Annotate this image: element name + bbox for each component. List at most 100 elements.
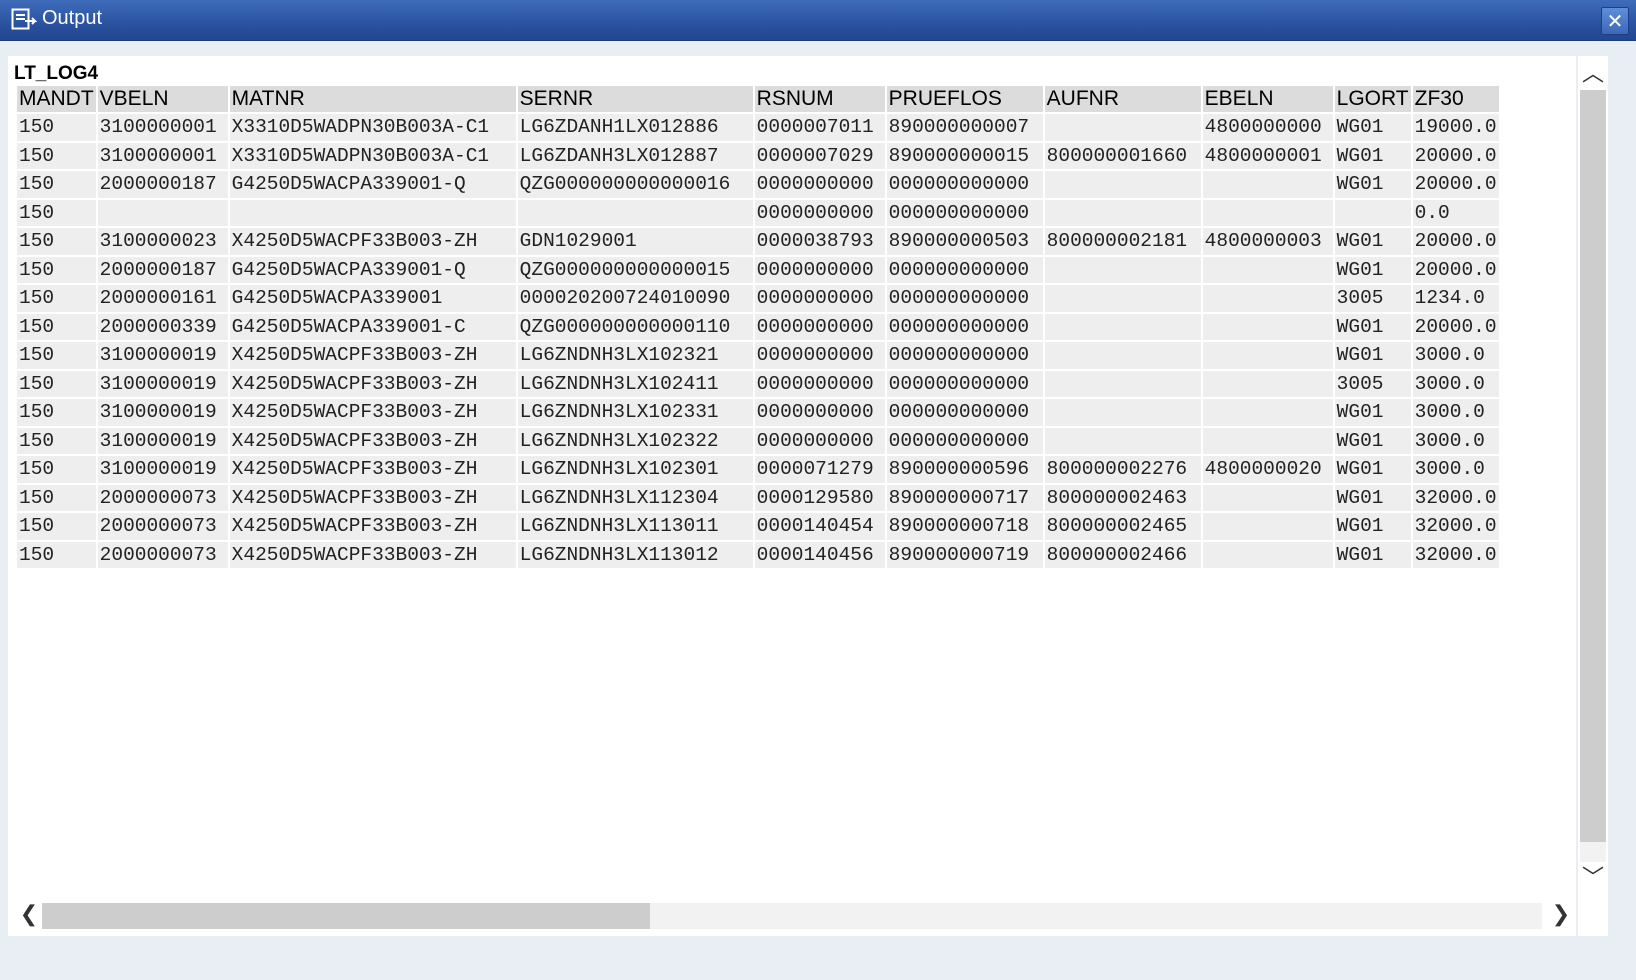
cell-vbeln[interactable]: 2000000073 — [97, 541, 228, 568]
cell-mandt[interactable]: 150 — [17, 541, 96, 568]
cell-aufnr[interactable] — [1044, 199, 1201, 226]
scroll-down-button[interactable]: ﹀ — [1578, 864, 1608, 894]
scroll-right-button[interactable]: ❯ — [1546, 900, 1576, 930]
table-row[interactable]: 150 3100000019 X4250D5WACPF33B003-ZH LG6ZND… — [17, 399, 1499, 426]
table-row[interactable]: 150 2000000073 X4250D5WACPF33B003-ZH LG6ZND… — [17, 484, 1499, 511]
cell-mandt[interactable]: 150 — [17, 427, 96, 454]
cell-prueflos[interactable]: 000000000000 — [886, 370, 1043, 397]
cell-lgort[interactable]: WG01 — [1334, 399, 1411, 426]
column-header-vbeln[interactable]: VBELN — [97, 86, 228, 112]
cell-ebeln[interactable] — [1202, 199, 1333, 226]
vertical-scrollbar[interactable]: ︿ ﹀ — [1578, 56, 1608, 936]
horizontal-scroll-thumb[interactable] — [42, 903, 650, 929]
cell-zf30[interactable]: 32000.0 — [1412, 513, 1499, 540]
cell-zf30[interactable]: 20000.0 — [1412, 228, 1499, 255]
cell-prueflos[interactable]: 890000000007 — [886, 114, 1043, 141]
cell-lgort[interactable]: WG01 — [1334, 228, 1411, 255]
cell-prueflos[interactable]: 890000000717 — [886, 484, 1043, 511]
cell-rsnum[interactable]: 0000000000 — [754, 313, 885, 340]
table-row[interactable]: 150 2000000073 X4250D5WACPF33B003-ZH LG6ZND… — [17, 541, 1499, 568]
table-row[interactable]: 150 2000000161 G4250D5WACPA339001 000020200… — [17, 285, 1499, 312]
cell-sernr[interactable]: QZG000000000000110 — [517, 313, 753, 340]
cell-prueflos[interactable]: 000000000000 — [886, 199, 1043, 226]
cell-zf30[interactable]: 20000.0 — [1412, 142, 1499, 169]
cell-zf30[interactable]: 0.0 — [1412, 199, 1499, 226]
cell-aufnr[interactable] — [1044, 427, 1201, 454]
cell-matnr[interactable]: G4250D5WACPA339001-C — [229, 313, 516, 340]
cell-mandt[interactable]: 150 — [17, 256, 96, 283]
cell-lgort[interactable]: WG01 — [1334, 313, 1411, 340]
cell-sernr[interactable]: QZG000000000000016 — [517, 171, 753, 198]
scroll-left-button[interactable]: ❮ — [14, 900, 44, 930]
cell-aufnr[interactable]: 800000002465 — [1044, 513, 1201, 540]
cell-ebeln[interactable] — [1202, 399, 1333, 426]
cell-sernr[interactable]: LG6ZNDNH3LX102322 — [517, 427, 753, 454]
cell-vbeln[interactable]: 2000000187 — [97, 171, 228, 198]
cell-mandt[interactable]: 150 — [17, 484, 96, 511]
cell-zf30[interactable]: 20000.0 — [1412, 256, 1499, 283]
cell-sernr[interactable]: LG6ZNDNH3LX102301 — [517, 456, 753, 483]
cell-lgort[interactable]: 3005 — [1334, 285, 1411, 312]
cell-mandt[interactable]: 150 — [17, 399, 96, 426]
cell-aufnr[interactable] — [1044, 399, 1201, 426]
cell-sernr[interactable]: LG6ZNDNH3LX102321 — [517, 342, 753, 369]
cell-rsnum[interactable]: 0000129580 — [754, 484, 885, 511]
cell-zf30[interactable]: 19000.0 — [1412, 114, 1499, 141]
cell-matnr[interactable]: X4250D5WACPF33B003-ZH — [229, 370, 516, 397]
cell-matnr[interactable]: X4250D5WACPF33B003-ZH — [229, 228, 516, 255]
cell-zf30[interactable]: 3000.0 — [1412, 427, 1499, 454]
cell-sernr[interactable]: LG6ZNDNH3LX112304 — [517, 484, 753, 511]
cell-vbeln[interactable]: 3100000023 — [97, 228, 228, 255]
table-row[interactable]: 150 3100000023 X4250D5WACPF33B003-ZH GDN102… — [17, 228, 1499, 255]
cell-rsnum[interactable]: 0000007029 — [754, 142, 885, 169]
cell-matnr[interactable]: G4250D5WACPA339001-Q — [229, 256, 516, 283]
cell-mandt[interactable]: 150 — [17, 370, 96, 397]
cell-sernr[interactable]: LG6ZNDNH3LX113011 — [517, 513, 753, 540]
cell-vbeln[interactable]: 2000000187 — [97, 256, 228, 283]
scroll-up-button[interactable]: ︿ — [1578, 60, 1608, 90]
cell-aufnr[interactable]: 800000002466 — [1044, 541, 1201, 568]
cell-matnr[interactable]: X3310D5WADPN30B003A-C1 — [229, 142, 516, 169]
cell-ebeln[interactable] — [1202, 513, 1333, 540]
cell-mandt[interactable]: 150 — [17, 199, 96, 226]
cell-rsnum[interactable]: 0000000000 — [754, 427, 885, 454]
cell-mandt[interactable]: 150 — [17, 171, 96, 198]
cell-lgort[interactable]: WG01 — [1334, 427, 1411, 454]
cell-prueflos[interactable]: 890000000503 — [886, 228, 1043, 255]
cell-lgort[interactable]: WG01 — [1334, 114, 1411, 141]
cell-rsnum[interactable]: 0000038793 — [754, 228, 885, 255]
cell-mandt[interactable]: 150 — [17, 313, 96, 340]
cell-rsnum[interactable]: 0000071279 — [754, 456, 885, 483]
cell-prueflos[interactable]: 000000000000 — [886, 427, 1043, 454]
table-row[interactable]: 150 2000000187 G4250D5WACPA339001-Q QZG0000… — [17, 256, 1499, 283]
cell-rsnum[interactable]: 0000007011 — [754, 114, 885, 141]
cell-prueflos[interactable]: 000000000000 — [886, 313, 1043, 340]
cell-matnr[interactable]: X4250D5WACPF33B003-ZH — [229, 399, 516, 426]
cell-aufnr[interactable] — [1044, 370, 1201, 397]
cell-zf30[interactable]: 3000.0 — [1412, 456, 1499, 483]
column-header-ebeln[interactable]: EBELN — [1202, 86, 1333, 112]
cell-vbeln[interactable]: 2000000073 — [97, 484, 228, 511]
column-header-matnr[interactable]: MATNR — [229, 86, 516, 112]
cell-sernr[interactable]: LG6ZDANH3LX012887 — [517, 142, 753, 169]
cell-ebeln[interactable] — [1202, 342, 1333, 369]
cell-prueflos[interactable]: 890000000015 — [886, 142, 1043, 169]
cell-rsnum[interactable]: 0000000000 — [754, 285, 885, 312]
cell-aufnr[interactable] — [1044, 342, 1201, 369]
cell-aufnr[interactable]: 800000002181 — [1044, 228, 1201, 255]
cell-aufnr[interactable]: 800000002276 — [1044, 456, 1201, 483]
cell-mandt[interactable]: 150 — [17, 456, 96, 483]
cell-vbeln[interactable]: 2000000073 — [97, 513, 228, 540]
cell-matnr[interactable]: X4250D5WACPF33B003-ZH — [229, 513, 516, 540]
cell-matnr[interactable] — [229, 199, 516, 226]
cell-ebeln[interactable] — [1202, 313, 1333, 340]
cell-rsnum[interactable]: 0000000000 — [754, 256, 885, 283]
cell-ebeln[interactable] — [1202, 370, 1333, 397]
column-header-aufnr[interactable]: AUFNR — [1044, 86, 1201, 112]
cell-vbeln[interactable]: 3100000001 — [97, 114, 228, 141]
column-header-zf30[interactable]: ZF30 — [1412, 86, 1499, 112]
cell-ebeln[interactable]: 4800000000 — [1202, 114, 1333, 141]
cell-prueflos[interactable]: 890000000719 — [886, 541, 1043, 568]
cell-zf30[interactable]: 32000.0 — [1412, 541, 1499, 568]
cell-vbeln[interactable]: 3100000019 — [97, 427, 228, 454]
